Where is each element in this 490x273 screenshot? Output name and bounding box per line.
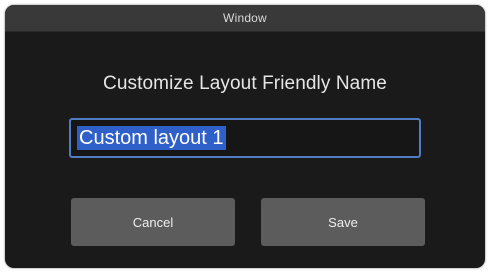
window-title: Window: [223, 11, 267, 25]
window-titlebar[interactable]: Window: [5, 5, 485, 32]
layout-name-value[interactable]: Custom layout 1: [77, 126, 226, 150]
save-button[interactable]: Save: [261, 198, 425, 246]
cancel-button[interactable]: Cancel: [71, 198, 235, 246]
layout-name-input[interactable]: Custom layout 1: [69, 118, 421, 158]
dialog-heading: Customize Layout Friendly Name: [103, 73, 387, 94]
dialog-window: Window Customize Layout Friendly Name Cu…: [5, 5, 485, 268]
